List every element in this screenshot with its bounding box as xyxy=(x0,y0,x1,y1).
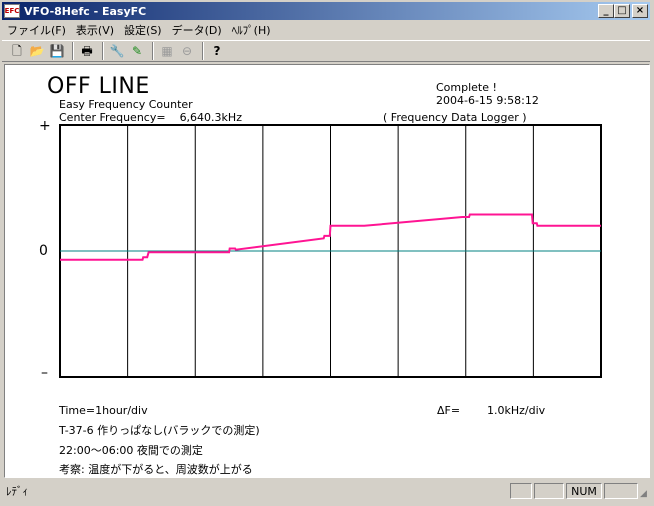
toolbar-separator xyxy=(72,42,74,60)
status-pane-kana xyxy=(534,483,564,499)
menu-bar: ファイル(F) 表示(V) 設定(S) データ(D) ﾍﾙﾌﾟ(H) xyxy=(2,21,650,39)
save-disk-icon[interactable]: 💾 xyxy=(48,42,66,60)
grid-icon[interactable]: ▦ xyxy=(158,42,176,60)
note-line-3: 考察: 温度が下がると、周波数が上がる xyxy=(59,463,253,476)
open-folder-icon[interactable]: 📂 xyxy=(28,42,46,60)
graph-view: OFF LINE Easy Frequency Counter Center F… xyxy=(4,64,650,478)
center-frequency-label: Center Frequency= xyxy=(59,111,166,124)
marker-pen-icon[interactable]: ✎ xyxy=(128,42,146,60)
status-pane-caps xyxy=(510,483,532,499)
app-window: EFC VFO-8Hefc - EasyFC _ □ × ファイル(F) 表示(… xyxy=(0,0,654,506)
resize-grip-icon[interactable]: ◢ xyxy=(640,483,652,499)
note-line-2: 22:00〜06:00 夜間での測定 xyxy=(59,444,203,457)
window-controls: _ □ × xyxy=(598,4,648,18)
measurement-datetime: 2004-6-15 9:58:12 xyxy=(436,94,539,107)
menu-data[interactable]: データ(D) xyxy=(167,22,227,38)
delta-f-value: 1.0kHz/div xyxy=(487,404,546,417)
menu-help[interactable]: ﾍﾙﾌﾟ(H) xyxy=(227,22,276,38)
menu-view[interactable]: 表示(V) xyxy=(71,22,119,38)
maximize-button[interactable]: □ xyxy=(614,4,630,18)
menu-file[interactable]: ファイル(F) xyxy=(2,22,71,38)
help-question-icon[interactable]: ? xyxy=(208,42,226,60)
y-axis-zero-label: 0 xyxy=(39,243,48,259)
center-frequency: Center Frequency= 6,640.3kHz xyxy=(59,111,242,124)
toolbar-separator xyxy=(152,42,154,60)
y-axis-minus-label: – xyxy=(41,365,48,381)
y-axis-plus-label: + xyxy=(39,118,51,134)
status-text: ﾚﾃﾞｨ xyxy=(6,485,28,498)
app-logo-icon: EFC xyxy=(4,4,20,18)
toolbar-separator xyxy=(102,42,104,60)
app-subtitle: Easy Frequency Counter xyxy=(59,98,193,111)
note-line-1: T-37-6 作りっぱなし(バラックでの測定) xyxy=(59,424,260,437)
printer-icon[interactable]: 🖶 xyxy=(78,42,96,60)
close-button[interactable]: × xyxy=(632,4,648,18)
status-bar: ﾚﾃﾞｨ NUM ◢ xyxy=(2,481,652,501)
title-bar[interactable]: EFC VFO-8Hefc - EasyFC _ □ × xyxy=(2,2,650,20)
minimize-button[interactable]: _ xyxy=(598,4,614,18)
wrench-icon[interactable]: 🔧 xyxy=(108,42,126,60)
new-document-icon[interactable]: 🗋 xyxy=(8,42,26,60)
frequency-chart xyxy=(59,124,602,378)
delta-f-label: ΔF= xyxy=(437,404,461,417)
connection-status: OFF LINE xyxy=(47,74,150,99)
status-pane-scroll xyxy=(604,483,638,499)
logger-label: ( Frequency Data Logger ) xyxy=(383,111,527,124)
window-title: VFO-8Hefc - EasyFC xyxy=(24,4,147,18)
time-scale: Time=1hour/div xyxy=(59,404,148,417)
measurement-status: Complete ! xyxy=(436,81,497,94)
toolbar-separator xyxy=(202,42,204,60)
toolbar: 🗋 📂 💾 🖶 🔧 ✎ ▦ ⊖ ? xyxy=(2,40,650,62)
center-frequency-value: 6,640.3kHz xyxy=(179,111,242,124)
status-pane-num: NUM xyxy=(566,483,602,499)
stop-circle-icon[interactable]: ⊖ xyxy=(178,42,196,60)
menu-settings[interactable]: 設定(S) xyxy=(119,22,167,38)
